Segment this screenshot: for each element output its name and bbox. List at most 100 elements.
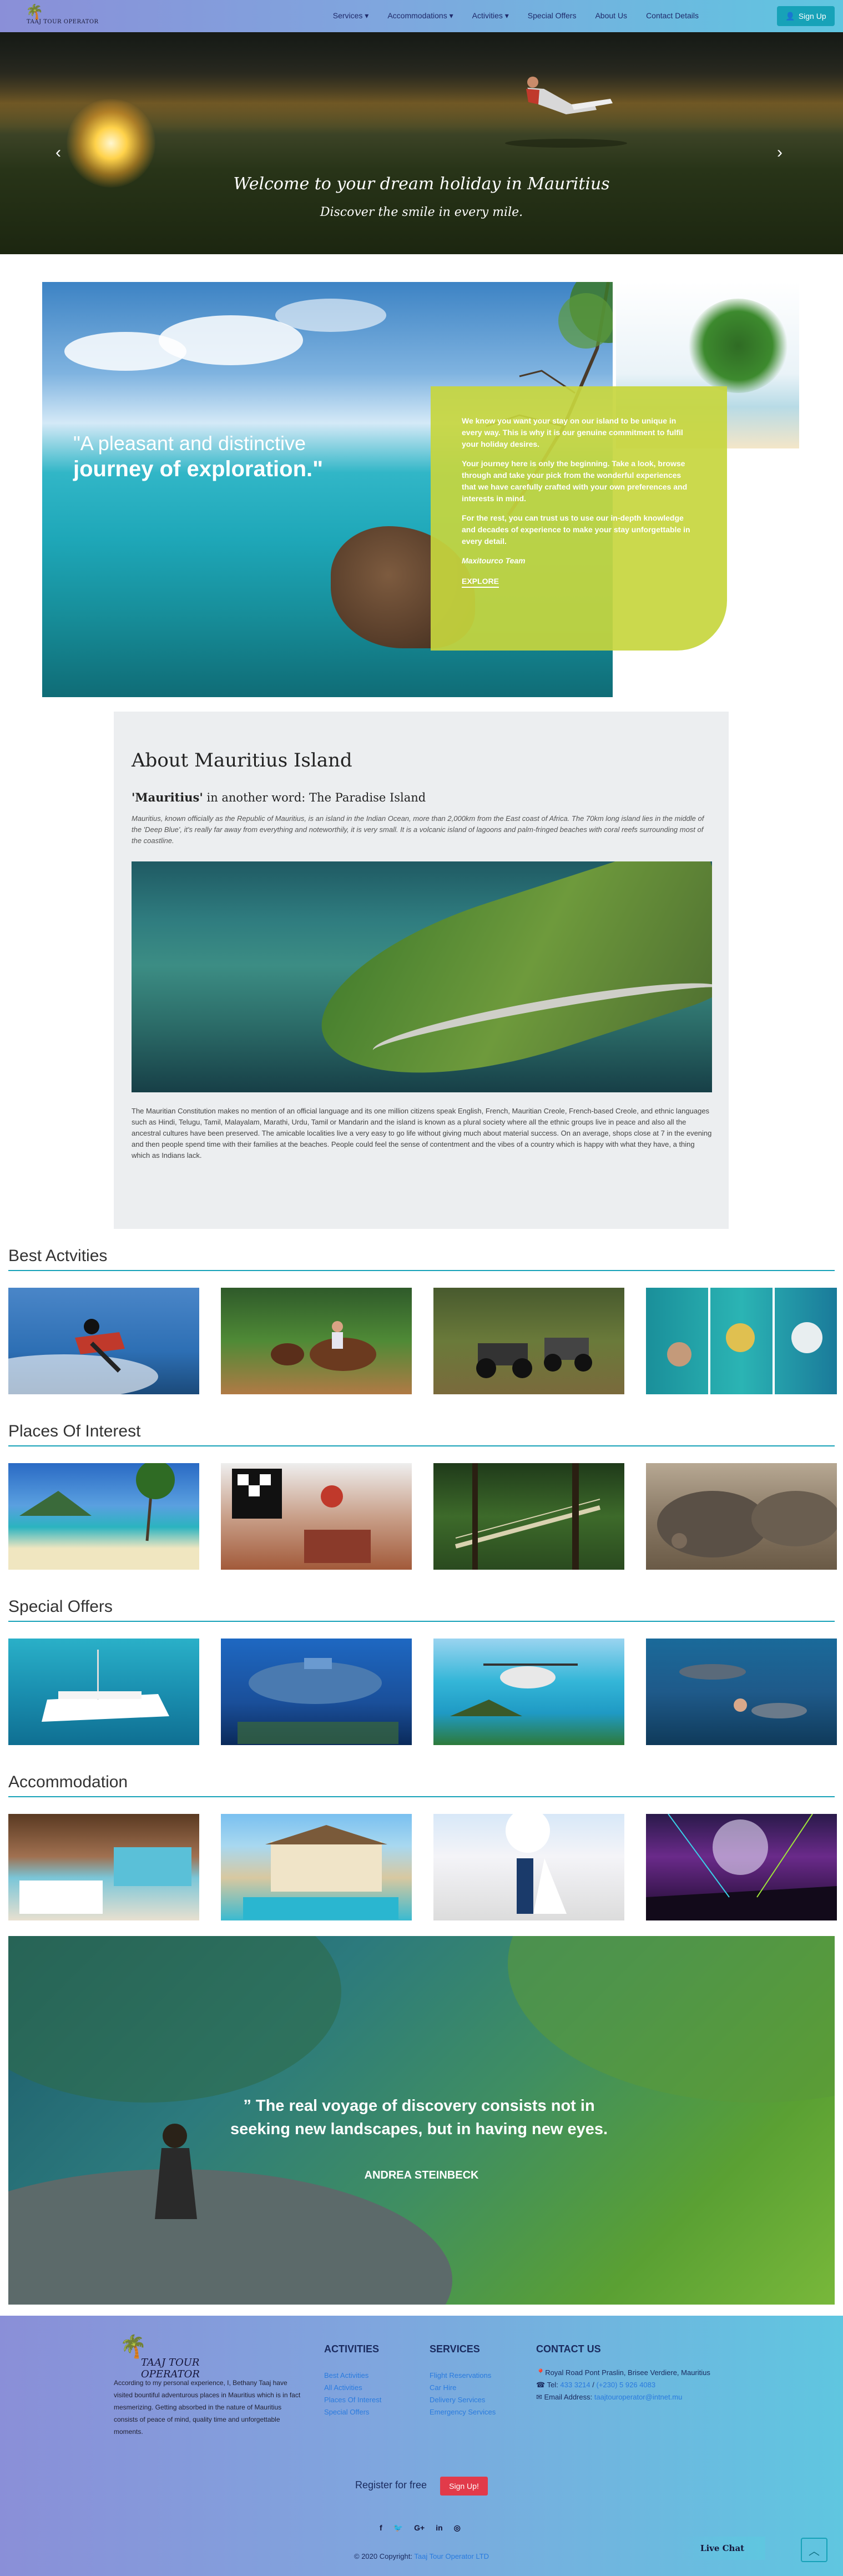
footer-email-label: Email Address: xyxy=(544,2393,594,2401)
hero-title: Welcome to your dream holiday in Mauriti… xyxy=(233,174,610,194)
nav-item-special-offers[interactable]: Special Offers xyxy=(528,11,577,21)
helicopter-graphic xyxy=(450,1663,578,1716)
footer-link-all-activities[interactable]: All Activities xyxy=(324,2383,362,2392)
section-divider xyxy=(8,1621,835,1622)
footer-link-delivery-services[interactable]: Delivery Services xyxy=(430,2396,485,2404)
banner-rock xyxy=(8,2169,452,2305)
back-to-top-button[interactable]: ︿ xyxy=(801,2538,827,2562)
section-title-accommodation: Accommodation xyxy=(8,1773,128,1791)
accommodation-hotel-room[interactable] xyxy=(8,1814,199,1920)
activity-quad-biking[interactable] xyxy=(433,1288,624,1394)
hero-subtitle: Discover the smile in every mile. xyxy=(320,205,523,219)
google-plus-icon[interactable]: G+ xyxy=(414,2523,425,2533)
horse-riding-graphic xyxy=(271,1321,376,1371)
footer-email-link[interactable]: taajtouroperator@intnet.mu xyxy=(594,2393,682,2401)
linkedin-icon[interactable]: in xyxy=(436,2523,442,2533)
footer-description: According to my personal experience, I, … xyxy=(114,2379,301,2436)
accommodation-nightlife[interactable] xyxy=(646,1814,837,1920)
footer-email: ✉ Email Address: taajtouroperator@intnet… xyxy=(536,2391,736,2403)
nav-item-about-us[interactable]: About Us xyxy=(595,11,627,21)
logo-text: TAAJ TOUR OPERATOR xyxy=(27,19,99,25)
hero-carousel: ‹ › Welcome to your dream holiday in Mau… xyxy=(0,32,843,254)
footer-tel-1[interactable]: 433 3214 xyxy=(560,2381,590,2389)
footer-contact-heading: CONTACT US xyxy=(536,2343,601,2355)
accommodation-villa[interactable] xyxy=(221,1814,412,1920)
copyright-link[interactable]: Taaj Tour Operator LTD xyxy=(414,2552,489,2560)
footer-link-emergency-services[interactable]: Emergency Services xyxy=(430,2408,496,2416)
section-title-places-of-interest: Places Of Interest xyxy=(8,1422,141,1440)
about-subtitle-rest: in another word: The Paradise Island xyxy=(203,791,426,804)
nav-item-services[interactable]: Services ▾ xyxy=(333,11,369,21)
nav-item-contact-details[interactable]: Contact Details xyxy=(646,11,699,21)
footer-tel-label: Tel: xyxy=(547,2381,561,2389)
quote-banner: ” The real voyage of discovery consists … xyxy=(8,1936,835,2305)
footer-link-flight-reservations[interactable]: Flight Reservations xyxy=(430,2371,491,2380)
catamaran-graphic xyxy=(42,1650,169,1722)
footer-tel-2[interactable]: (+230) 5 926 4083 xyxy=(597,2381,656,2389)
forest-bridge-graphic xyxy=(455,1463,601,1570)
hero-golfer-image xyxy=(505,77,627,148)
curious-corner-graphic xyxy=(232,1469,371,1563)
footer-contact-block: 📍Royal Road Pont Praslin, Brisee Verdier… xyxy=(536,2367,736,2403)
about-subtitle: 'Mauritius' in another word: The Paradis… xyxy=(132,790,426,804)
section-divider xyxy=(8,1445,835,1446)
promo-paragraph-2: Your journey here is only the beginning.… xyxy=(462,459,688,503)
phone-icon: ☎ xyxy=(536,2381,547,2389)
live-chat-button[interactable]: Live Chat xyxy=(679,2537,765,2560)
palm-tree-icon: 🌴 xyxy=(26,3,44,20)
offer-helicopter[interactable] xyxy=(433,1639,624,1745)
section-divider xyxy=(8,1796,835,1797)
banner-author: ANDREA STEINBECK xyxy=(364,2169,479,2181)
instagram-icon[interactable]: ◎ xyxy=(454,2523,461,2533)
promo-quote-line2: journey of exploration." xyxy=(73,457,324,481)
submarine-graphic xyxy=(238,1658,398,1744)
dolphin-graphic xyxy=(679,1664,807,1718)
top-navbar: 🌴 TAAJ TOUR OPERATOR Services ▾ Accommod… xyxy=(0,0,843,32)
carousel-prev-icon[interactable]: ‹ xyxy=(55,143,61,162)
footer-link-best-activities[interactable]: Best Activities xyxy=(324,2371,369,2380)
skydiver-graphic xyxy=(8,1319,158,1394)
copyright-prefix: © 2020 Copyright: xyxy=(354,2552,415,2560)
activity-horse-riding[interactable] xyxy=(221,1288,412,1394)
user-icon: 👤 xyxy=(785,11,795,21)
carousel-next-icon[interactable]: › xyxy=(777,143,783,162)
map-pin-icon: 📍 xyxy=(536,2368,546,2377)
villa-graphic xyxy=(243,1825,398,1919)
nav-item-accommodations[interactable]: Accommodations ▾ xyxy=(387,11,453,21)
explore-link[interactable]: EXPLORE xyxy=(462,577,499,588)
nightlife-graphic xyxy=(646,1814,837,1920)
sign-up-button[interactable]: 👤 Sign Up xyxy=(777,6,835,26)
footer-link-car-hire[interactable]: Car Hire xyxy=(430,2383,456,2392)
footer-link-special-offers[interactable]: Special Offers xyxy=(324,2408,369,2416)
about-intro: Mauritius, known officially as the Repub… xyxy=(132,814,704,845)
about-title: About Mauritius Island xyxy=(132,749,352,772)
footer-logo[interactable]: 🌴 TAAJ TOUR OPERATOR xyxy=(117,2332,250,2380)
nav-item-activities[interactable]: Activities ▾ xyxy=(472,11,509,21)
offer-catamaran[interactable] xyxy=(8,1639,199,1745)
activity-skydiving[interactable] xyxy=(8,1288,199,1394)
hotel-room-graphic xyxy=(19,1847,191,1914)
offer-submarine[interactable] xyxy=(221,1639,412,1745)
footer-phone: ☎ Tel: 433 3214 / (+230) 5 926 4083 xyxy=(536,2379,736,2391)
register-text: Register for free xyxy=(355,2479,427,2491)
promo-paragraph-1: We know you want your stay on our island… xyxy=(462,416,683,448)
sign-up-label: Sign Up xyxy=(798,12,826,21)
place-curious-corner[interactable] xyxy=(221,1463,412,1570)
place-giant-tortoises[interactable] xyxy=(646,1463,837,1570)
promo-card: We know you want your stay on our island… xyxy=(431,386,727,651)
offer-dolphin-swim[interactable] xyxy=(646,1639,837,1745)
promo-paragraph-3: For the rest, you can trust us to use ou… xyxy=(462,513,690,546)
banner-hill xyxy=(8,1936,341,2103)
place-beach[interactable] xyxy=(8,1463,199,1570)
twitter-icon[interactable]: 🐦 xyxy=(393,2523,403,2533)
footer-link-places-of-interest[interactable]: Places Of Interest xyxy=(324,2396,381,2404)
about-subtitle-bold: 'Mauritius' xyxy=(132,790,203,804)
place-forest-bridge[interactable] xyxy=(433,1463,624,1570)
facebook-icon[interactable]: f xyxy=(380,2523,382,2533)
accommodation-wedding[interactable] xyxy=(433,1814,624,1920)
activity-undersea-walk[interactable] xyxy=(646,1288,837,1394)
footer-sign-up-button[interactable]: Sign Up! xyxy=(440,2477,488,2496)
site-logo[interactable]: 🌴 TAAJ TOUR OPERATOR xyxy=(22,2,100,28)
aerial-land xyxy=(300,861,712,1092)
tortoise-graphic xyxy=(657,1491,837,1557)
